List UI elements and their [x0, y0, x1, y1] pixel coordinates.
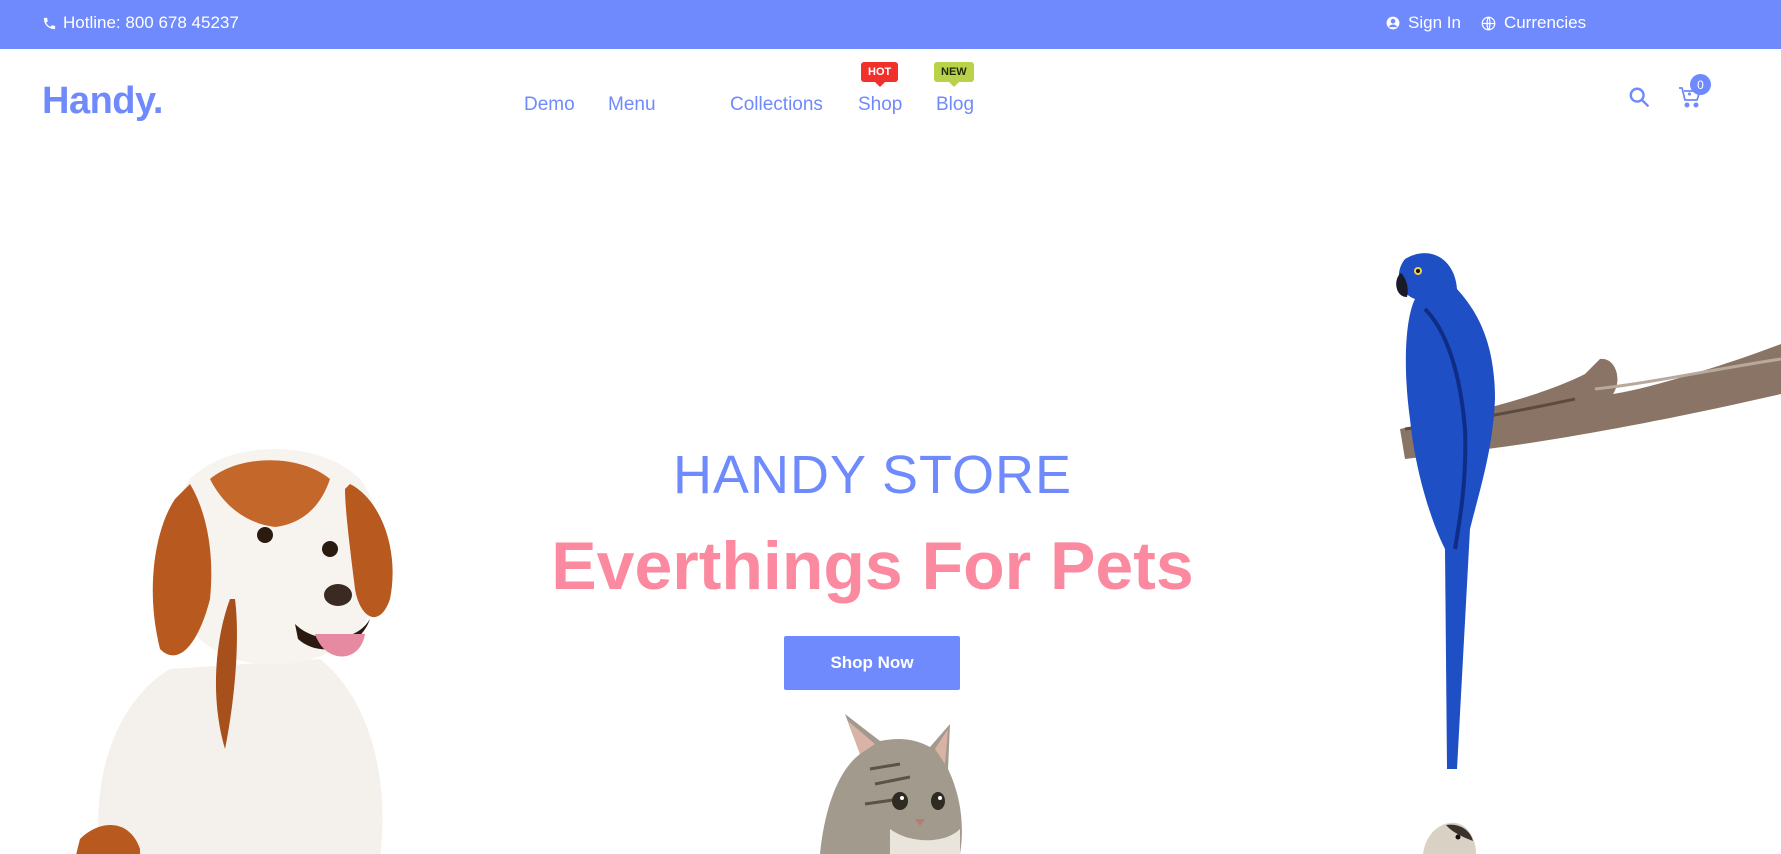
- cart-icon: [1678, 87, 1702, 112]
- phone-icon: [42, 16, 57, 31]
- hero-subtitle: Everthings For Pets: [551, 528, 1194, 604]
- nav-demo[interactable]: Demo: [524, 94, 575, 116]
- hotline[interactable]: Hotline: 800 678 45237: [42, 13, 239, 33]
- nav-menu[interactable]: Menu: [608, 94, 656, 116]
- hot-badge: HOT: [861, 62, 899, 87]
- search-icon[interactable]: [1628, 86, 1650, 113]
- main-nav: Demo Menu Collections HOT Shop NEW Blog: [0, 62, 1781, 124]
- shop-now-button[interactable]: Shop Now: [784, 636, 960, 690]
- nav-blog[interactable]: NEW Blog: [934, 62, 975, 116]
- user-icon: [1386, 16, 1400, 30]
- hero-title: HANDY STORE: [672, 445, 1073, 505]
- currencies-label: Currencies: [1503, 13, 1587, 32]
- currencies-dropdown[interactable]: Currencies: [1481, 13, 1586, 33]
- hero-section: HANDY STORE Everthings For Pets Shop Now: [0, 139, 1781, 854]
- nav-shop[interactable]: HOT Shop: [858, 62, 903, 116]
- sign-in-label: Sign In: [1408, 13, 1461, 32]
- top-bar: Hotline: 800 678 45237 Sign In Currencie…: [0, 0, 1781, 49]
- cart-button[interactable]: 0: [1678, 74, 1711, 113]
- cart-count-badge: 0: [1690, 74, 1711, 95]
- hotline-text: Hotline: 800 678 45237: [63, 13, 239, 32]
- nav-collections[interactable]: Collections: [730, 94, 823, 116]
- main-header: Handy. Demo Menu Collections HOT Shop NE…: [0, 49, 1781, 139]
- globe-icon: [1481, 16, 1496, 31]
- nav-shop-label: Shop: [858, 94, 903, 115]
- new-badge: NEW: [934, 62, 974, 87]
- hamster-image: [1423, 822, 1476, 854]
- sign-in-link[interactable]: Sign In: [1386, 13, 1461, 33]
- cat-image: [820, 714, 962, 854]
- nav-blog-label: Blog: [936, 94, 975, 115]
